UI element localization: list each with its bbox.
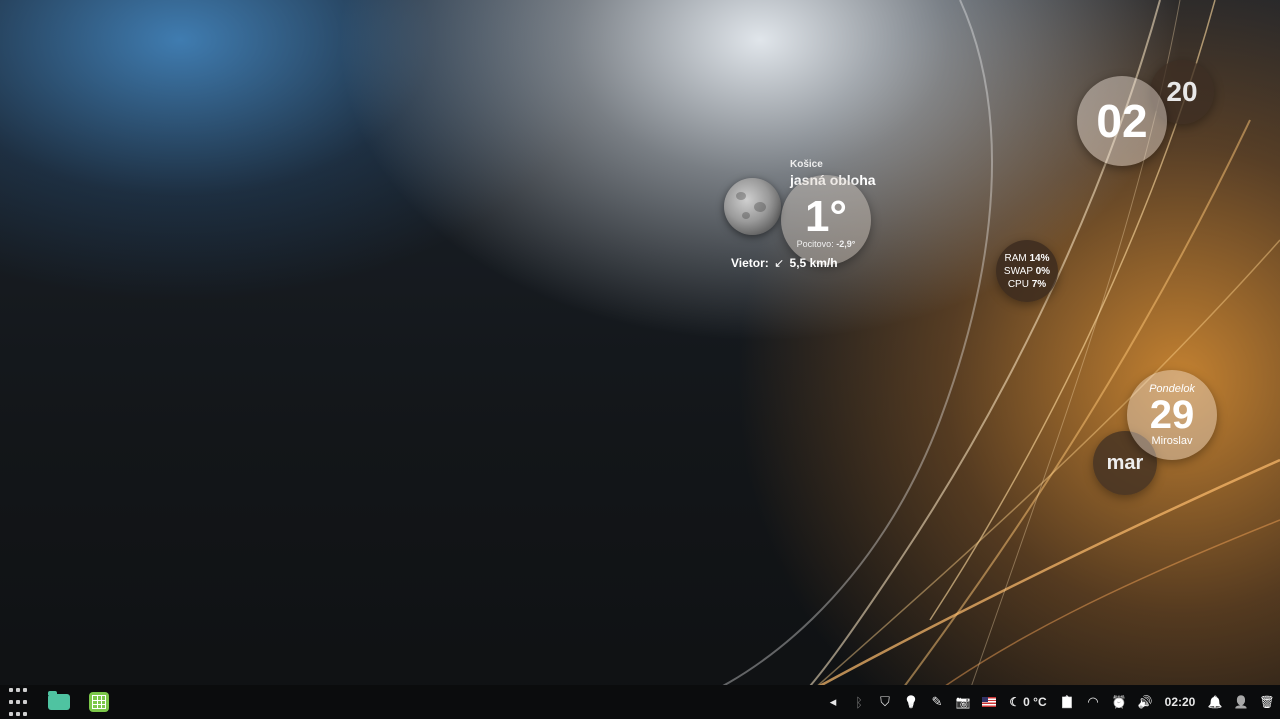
- tray-clock[interactable]: 02:20: [1158, 685, 1202, 719]
- wind-label: Vietor:: [731, 256, 769, 270]
- feels-like: Pocitovo: -2,9°: [797, 239, 856, 249]
- file-manager-button[interactable]: [48, 685, 89, 719]
- volume-icon[interactable]: 🔊: [1132, 685, 1158, 719]
- system-monitor: RAM 14% SWAP 0% CPU 7%: [996, 240, 1058, 302]
- spreadsheet-icon: [89, 692, 109, 712]
- date-day: Pondelok 29 Miroslav: [1127, 370, 1217, 460]
- spreadsheet-button[interactable]: [89, 685, 109, 719]
- shield-icon[interactable]: ⛉: [872, 685, 898, 719]
- bulb-icon[interactable]: 💡: [898, 685, 924, 719]
- system-tray: ◂ ᛒ ⛉ 💡 ✎ 📷 ☾ 0 °C 📋 ◠ ⏰ 🔊 02:20 🔔 👤 🗑: [820, 685, 1280, 719]
- nameday: Miroslav: [1151, 435, 1193, 447]
- wifi-icon[interactable]: ◠: [1080, 685, 1106, 719]
- camera-icon[interactable]: 📷: [950, 685, 976, 719]
- weather-moon-icon: ☾: [1009, 695, 1021, 709]
- cpu-row: CPU 7%: [1007, 278, 1047, 290]
- taskbar: ◂ ᛒ ⛉ 💡 ✎ 📷 ☾ 0 °C 📋 ◠ ⏰ 🔊 02:20 🔔 👤 🗑: [0, 685, 1280, 719]
- notes-icon[interactable]: ✎: [924, 685, 950, 719]
- clipboard-icon[interactable]: 📋: [1054, 685, 1080, 719]
- alarm-clock-icon[interactable]: ⏰: [1106, 685, 1132, 719]
- temperature-value: 1°: [804, 192, 848, 241]
- wind-direction-icon: ↙: [774, 256, 785, 270]
- swap-row: SWAP 0%: [1003, 265, 1051, 277]
- weather-wind: Vietor: ↙ 5,5 km/h: [731, 256, 838, 270]
- clock-hour: 02: [1077, 76, 1167, 166]
- weather-city: Košice: [790, 159, 823, 170]
- ram-row: RAM 14%: [1004, 252, 1050, 264]
- tray-temperature: 0 °C: [1023, 695, 1047, 709]
- user-icon[interactable]: 👤: [1228, 685, 1254, 719]
- weather-tray[interactable]: ☾ 0 °C: [1002, 685, 1054, 719]
- bluetooth-icon[interactable]: ᛒ: [846, 685, 872, 719]
- weather-temperature: 1° Pocitovo: -2,9°: [781, 175, 871, 265]
- folder-icon: [48, 691, 70, 710]
- moon-icon: [724, 178, 781, 235]
- feels-label: Pocitovo:: [796, 239, 834, 249]
- notifications-bell-icon[interactable]: 🔔: [1202, 685, 1228, 719]
- wind-value: 5,5 km/h: [789, 256, 838, 270]
- feels-value: -2,9°: [836, 239, 856, 249]
- keyboard-layout-flag-icon[interactable]: [976, 685, 1002, 719]
- expand-tray-icon[interactable]: ◂: [820, 685, 846, 719]
- trash-icon[interactable]: 🗑: [1254, 685, 1280, 719]
- day-number: 29: [1149, 393, 1195, 437]
- app-launcher-icon[interactable]: [8, 685, 28, 719]
